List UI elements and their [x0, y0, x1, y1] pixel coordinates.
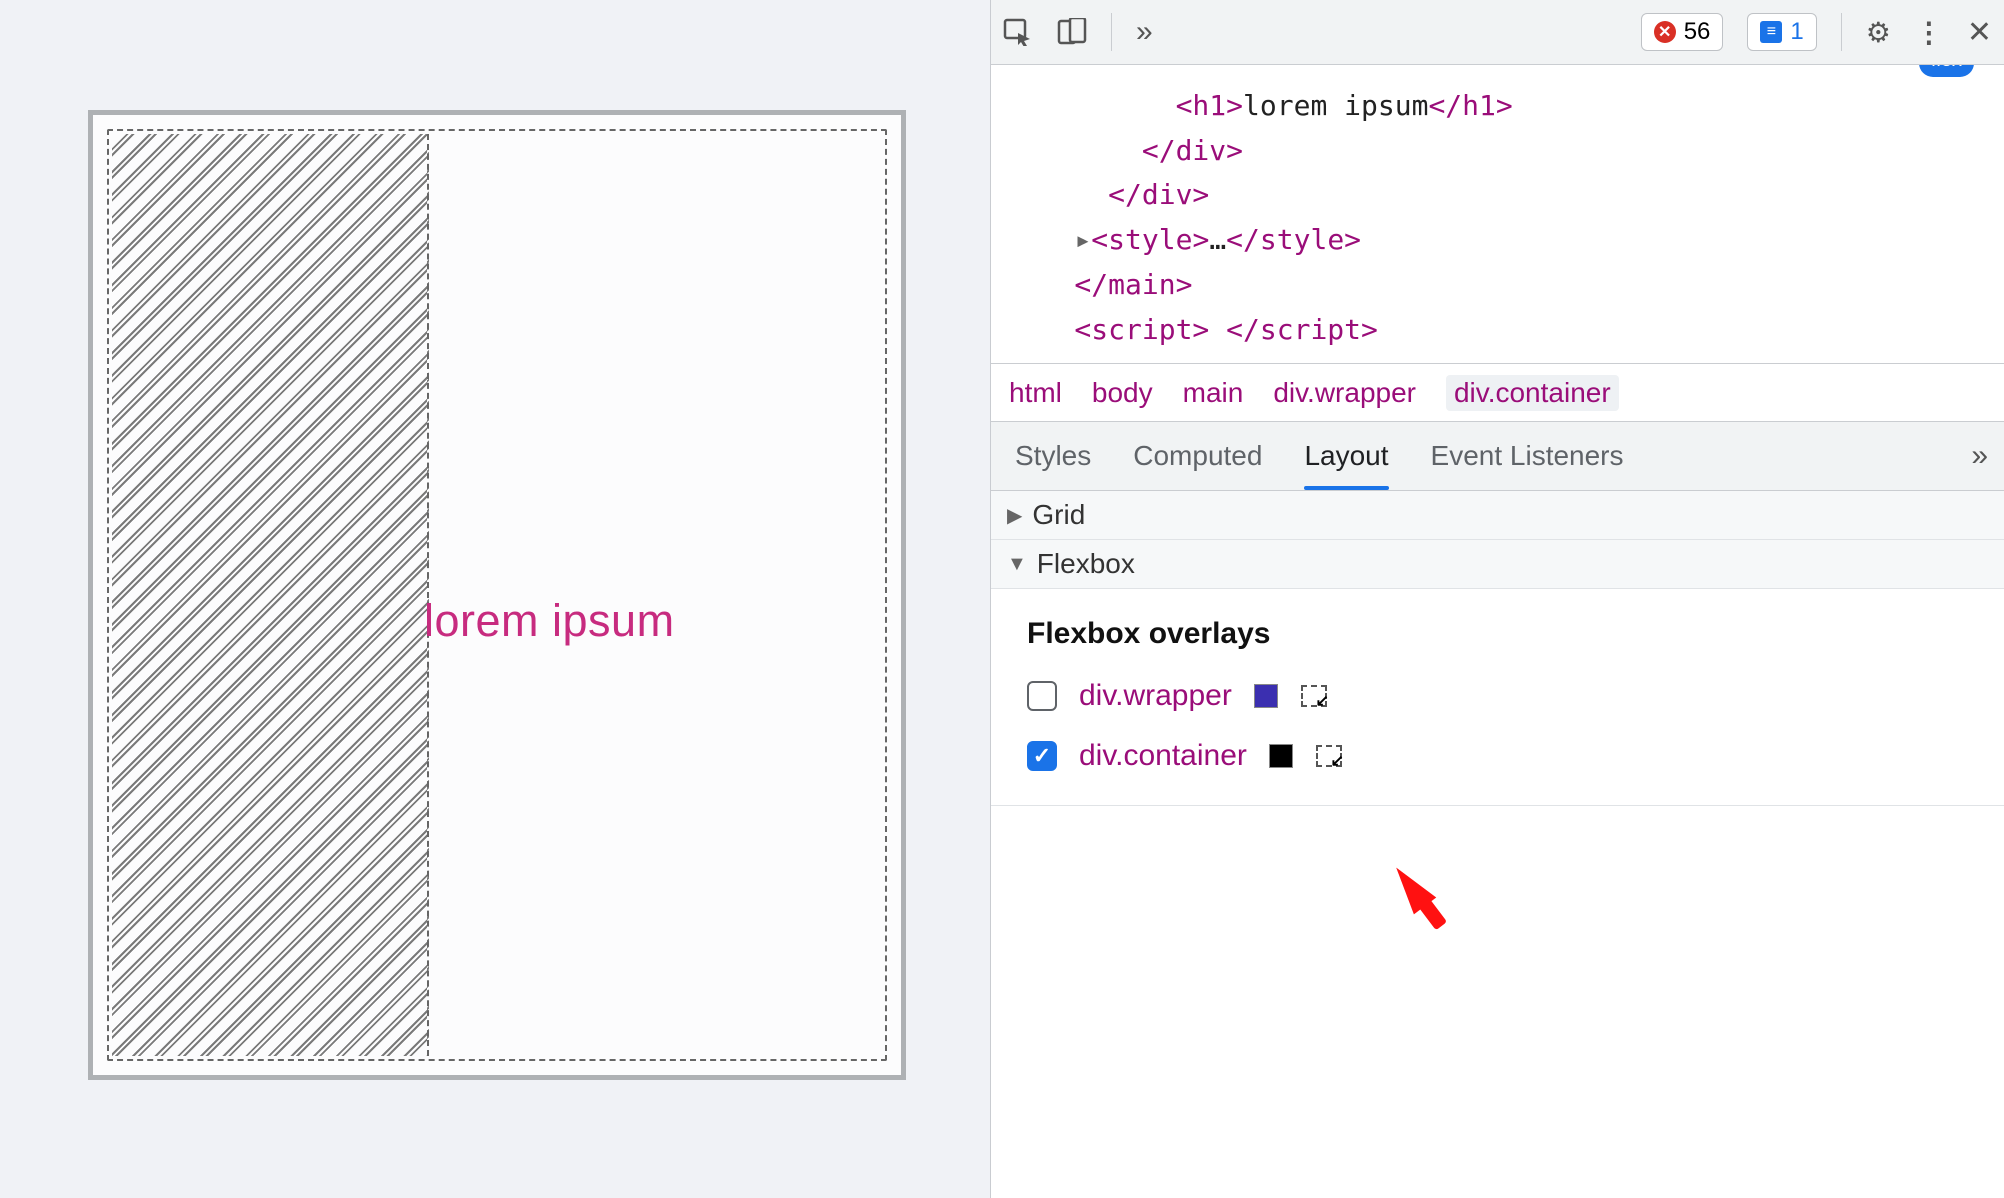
dom-line[interactable]: <script> </script> — [1007, 308, 1988, 353]
flex-wrapper-box: lorem ipsum — [88, 110, 906, 1080]
flexbox-section-body: Flexbox overlays div.wrapper div.contain… — [991, 589, 2004, 806]
section-grid-label: Grid — [1032, 499, 1085, 531]
page-viewport: lorem ipsum — [0, 0, 990, 1198]
breadcrumb-item[interactable]: html — [1009, 377, 1062, 409]
section-flexbox-header[interactable]: ▼ Flexbox — [991, 540, 2004, 589]
toolbar-divider — [1841, 13, 1842, 51]
errors-badge[interactable]: ✕ 56 — [1641, 13, 1724, 51]
overlay-row: div.wrapper — [1027, 679, 1968, 713]
overlay-row: div.container — [1027, 739, 1968, 773]
elements-dom-tree[interactable]: flex <h1>lorem ipsum</h1> </div> </div> … — [991, 65, 2004, 363]
chevron-right-icon: ▶ — [1007, 503, 1022, 528]
inspect-icon[interactable] — [1003, 18, 1033, 46]
more-tabs-chevrons-icon[interactable]: » — [1136, 15, 1145, 49]
scroll-into-view-icon[interactable] — [1300, 682, 1328, 710]
chevron-right-icon[interactable]: ▸ — [1074, 223, 1091, 256]
dom-line[interactable]: ▸<style>…</style> — [1007, 218, 1988, 263]
devtools-panel: » ✕ 56 ≡ 1 ⚙ ⋮ ✕ flex <h1>lorem ipsum</h… — [990, 0, 2004, 1198]
dom-line[interactable]: flex — [1007, 65, 1988, 84]
message-icon: ≡ — [1760, 21, 1782, 43]
tab-event-listeners[interactable]: Event Listeners — [1431, 440, 1624, 472]
tab-styles[interactable]: Styles — [1015, 440, 1091, 472]
overlay-color-swatch[interactable] — [1254, 684, 1278, 708]
breadcrumb-item[interactable]: div.wrapper — [1273, 377, 1416, 409]
settings-icon[interactable]: ⚙ — [1866, 16, 1891, 49]
messages-badge[interactable]: ≡ 1 — [1747, 13, 1816, 51]
dom-line[interactable]: <h1>lorem ipsum</h1> — [1007, 84, 1988, 129]
breadcrumb-item[interactable]: body — [1092, 377, 1153, 409]
scroll-into-view-icon[interactable] — [1315, 742, 1343, 770]
overlay-name[interactable]: div.wrapper — [1079, 679, 1232, 713]
overlay-name[interactable]: div.container — [1079, 739, 1247, 773]
breadcrumb-item[interactable]: main — [1183, 377, 1244, 409]
chevron-down-icon: ▼ — [1007, 553, 1027, 576]
more-menu-icon[interactable]: ⋮ — [1915, 16, 1943, 49]
heading-text: lorem ipsum — [424, 595, 675, 647]
devtools-toolbar: » ✕ 56 ≡ 1 ⚙ ⋮ ✕ — [991, 0, 2004, 65]
errors-count: 56 — [1684, 18, 1711, 46]
flex-badge[interactable]: flex — [1919, 65, 1974, 77]
sidebar-tabs: Styles Computed Layout Event Listeners » — [991, 421, 2004, 491]
flexbox-overlays-title: Flexbox overlays — [1027, 617, 1968, 651]
breadcrumb: html body main div.wrapper div.container — [991, 363, 2004, 421]
dom-line[interactable]: </div> — [1007, 173, 1988, 218]
tab-computed[interactable]: Computed — [1133, 440, 1262, 472]
dom-line[interactable]: </div> — [1007, 129, 1988, 174]
close-icon[interactable]: ✕ — [1967, 15, 1992, 50]
tab-layout[interactable]: Layout — [1304, 440, 1388, 472]
more-tabs-chevrons-icon[interactable]: » — [1971, 439, 1980, 473]
breadcrumb-item-selected[interactable]: div.container — [1446, 375, 1619, 411]
overlay-color-swatch[interactable] — [1269, 744, 1293, 768]
messages-count: 1 — [1790, 18, 1803, 46]
section-flexbox-label: Flexbox — [1037, 548, 1135, 580]
device-toggle-icon[interactable] — [1057, 18, 1087, 46]
overlay-checkbox[interactable] — [1027, 681, 1057, 711]
flex-free-space-hatched — [112, 134, 429, 1056]
dom-line[interactable]: </main> — [1007, 263, 1988, 308]
section-grid-header[interactable]: ▶ Grid — [991, 491, 2004, 540]
overlay-checkbox[interactable] — [1027, 741, 1057, 771]
toolbar-divider — [1111, 13, 1112, 51]
error-icon: ✕ — [1654, 21, 1676, 43]
